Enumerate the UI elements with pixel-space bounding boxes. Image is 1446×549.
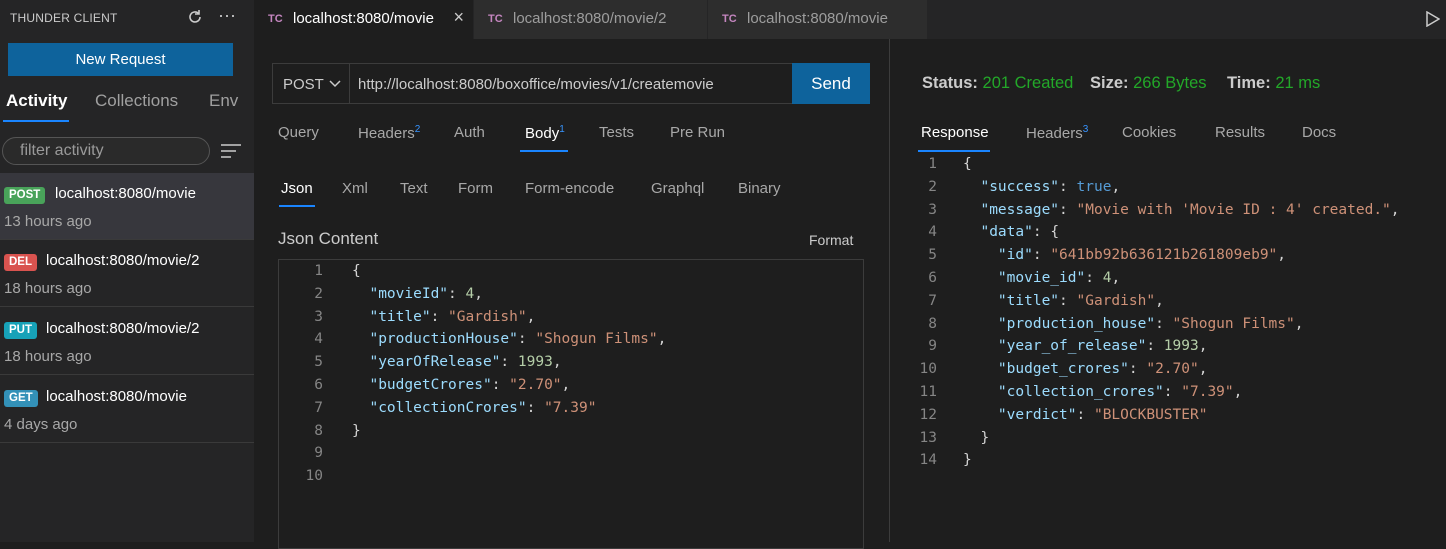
- editor-tab-title: localhost:8080/movie: [747, 10, 888, 27]
- body-type-xml[interactable]: Xml: [342, 180, 368, 197]
- tab-pre-run[interactable]: Pre Run: [670, 124, 725, 141]
- tab-label: Headers: [358, 125, 415, 142]
- active-tab-indicator: [3, 120, 69, 122]
- editor-tab[interactable]: TC localhost:8080/movie: [708, 0, 927, 39]
- chevron-down-icon: [329, 80, 341, 88]
- time-info: Time: 21 ms: [1227, 74, 1320, 93]
- history-url: localhost:8080/movie/2: [46, 320, 200, 337]
- count-badge: 2: [414, 124, 421, 135]
- close-icon[interactable]: ×: [453, 7, 464, 28]
- thunder-client-icon: TC: [722, 13, 737, 25]
- count-badge: 3: [1082, 124, 1089, 135]
- run-icon[interactable]: [1426, 11, 1440, 27]
- status-value: 201 Created: [982, 74, 1074, 92]
- tab-label: Headers: [1026, 125, 1083, 142]
- send-button[interactable]: Send: [792, 63, 870, 104]
- editor-tab-bar: TC localhost:8080/movie × TC localhost:8…: [254, 0, 1446, 39]
- thunder-client-icon: TC: [268, 13, 283, 25]
- body-type-text[interactable]: Text: [400, 180, 428, 197]
- editor-tab[interactable]: TC localhost:8080/movie/2: [474, 0, 707, 39]
- tab-response-headers[interactable]: Headers3: [1026, 124, 1088, 142]
- history-item[interactable]: PUT localhost:8080/movie/2 18 hours ago: [0, 308, 254, 375]
- count-badge: 1: [559, 124, 565, 135]
- history-item[interactable]: POST localhost:8080/movie 13 hours ago: [0, 173, 254, 240]
- tab-headers[interactable]: Headers2: [358, 124, 420, 142]
- sidebar: THUNDER CLIENT ··· New Request Activity …: [0, 0, 254, 542]
- tab-docs[interactable]: Docs: [1302, 124, 1336, 141]
- active-tab-indicator: [520, 150, 568, 152]
- tab-response[interactable]: Response: [921, 124, 989, 141]
- history-url: localhost:8080/movie: [46, 388, 187, 405]
- tab-auth[interactable]: Auth: [454, 124, 485, 141]
- method-badge: DEL: [4, 254, 37, 271]
- history-time: 18 hours ago: [4, 348, 92, 365]
- line-numbers: 1 2 3 4 5 6 7 8 9 10 11 12 13 14: [919, 156, 937, 469]
- json-body-code[interactable]: { "movieId": 4, "title": "Gardish", "pro…: [352, 260, 666, 442]
- url-input[interactable]: http://localhost:8080/boxoffice/movies/v…: [350, 63, 793, 104]
- panel-divider: [889, 39, 890, 542]
- method-select[interactable]: POST: [272, 63, 350, 104]
- tab-activity[interactable]: Activity: [6, 91, 67, 111]
- tab-cookies[interactable]: Cookies: [1122, 124, 1176, 141]
- size-info: Size: 266 Bytes: [1090, 74, 1207, 93]
- body-type-binary[interactable]: Binary: [738, 180, 781, 197]
- tab-tests[interactable]: Tests: [599, 124, 634, 141]
- size-label: Size:: [1090, 74, 1129, 92]
- json-content-title: Json Content: [278, 229, 379, 248]
- json-body-editor[interactable]: 1 2 3 4 5 6 7 8 9 10 { "movieId": 4, "ti…: [278, 259, 864, 549]
- editor-tab-title: localhost:8080/movie/2: [513, 10, 667, 27]
- editor-tab[interactable]: TC localhost:8080/movie ×: [254, 0, 473, 39]
- method-badge: GET: [4, 390, 38, 407]
- method-badge: PUT: [4, 322, 37, 339]
- history-time: 18 hours ago: [4, 280, 92, 297]
- history-time: 4 days ago: [4, 416, 78, 433]
- body-type-json[interactable]: Json: [281, 180, 313, 197]
- more-actions-icon[interactable]: ···: [218, 6, 236, 24]
- filter-activity-input[interactable]: filter activity: [2, 137, 210, 165]
- status-label: Status:: [922, 74, 978, 92]
- tab-collections[interactable]: Collections: [95, 91, 178, 111]
- time-label: Time:: [1227, 74, 1271, 92]
- tab-body[interactable]: Body1: [525, 124, 565, 142]
- tab-env[interactable]: Env: [209, 91, 238, 111]
- format-button[interactable]: Format: [809, 232, 853, 248]
- time-value: 21 ms: [1275, 74, 1321, 92]
- tab-label: Body: [525, 125, 560, 142]
- body-type-form[interactable]: Form: [458, 180, 493, 197]
- status-info: Status: 201 Created: [922, 74, 1073, 93]
- history-url: localhost:8080/movie/2: [46, 252, 200, 269]
- history-item[interactable]: GET localhost:8080/movie 4 days ago: [0, 376, 254, 443]
- method-badge: POST: [4, 187, 46, 204]
- thunder-client-icon: TC: [488, 13, 503, 25]
- line-numbers: 1 2 3 4 5 6 7 8 9 10: [305, 263, 323, 485]
- active-tab-indicator: [918, 150, 990, 152]
- tab-query[interactable]: Query: [278, 124, 319, 141]
- refresh-icon[interactable]: [186, 8, 204, 26]
- history-time: 13 hours ago: [4, 213, 92, 230]
- history-url: localhost:8080/movie: [55, 185, 196, 202]
- history-item[interactable]: DEL localhost:8080/movie/2 18 hours ago: [0, 240, 254, 307]
- editor-tab-title: localhost:8080/movie: [293, 10, 434, 27]
- method-value: POST: [283, 76, 324, 93]
- filter-menu-icon[interactable]: [221, 144, 241, 158]
- size-value: 266 Bytes: [1133, 74, 1207, 92]
- new-request-button[interactable]: New Request: [8, 43, 233, 76]
- json-response-code: { "success": true, "message": "Movie wit…: [963, 156, 1400, 469]
- body-type-form-encode[interactable]: Form-encode: [525, 180, 614, 197]
- sidebar-title: THUNDER CLIENT: [10, 11, 118, 25]
- active-tab-indicator: [279, 205, 315, 207]
- body-type-graphql[interactable]: Graphql: [651, 180, 704, 197]
- tab-results[interactable]: Results: [1215, 124, 1265, 141]
